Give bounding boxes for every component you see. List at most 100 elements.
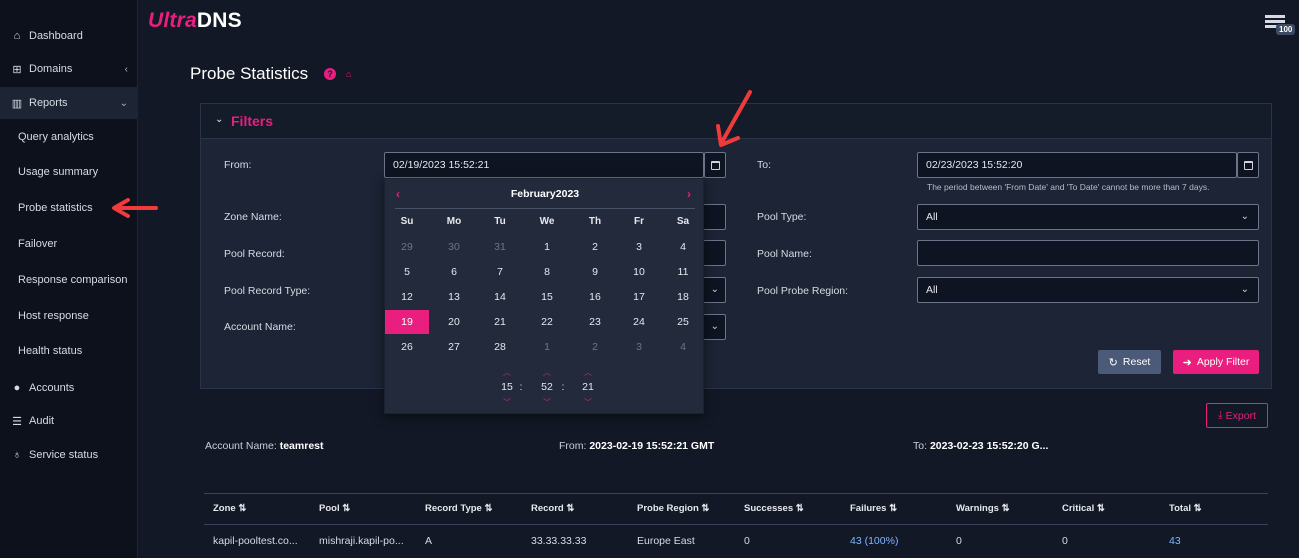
to-calendar-button[interactable] [1237,152,1259,178]
calendar-day[interactable]: 26 [387,335,427,359]
second-up-icon[interactable]: ︿ [578,367,598,378]
calendar-day[interactable]: 9 [575,260,615,284]
weekday-header: We [539,216,555,227]
ultradns-logo[interactable]: UltraDNS [148,9,242,33]
sidebar-subitem-response-comparison[interactable]: Response comparison [18,274,127,286]
table-cell-pool: mishraji.kapil-po... [319,535,404,547]
table-cell-total[interactable]: 43 [1169,535,1181,547]
calendar-day[interactable]: 30 [434,235,474,259]
calendar-day[interactable]: 4 [663,235,703,259]
table-cell-failures[interactable]: 43 (100%) [850,535,898,547]
chevron-down-icon: ⌄ [119,97,128,109]
calendar-day[interactable]: 27 [434,335,474,359]
calendar-day-selected[interactable]: 19 [385,310,429,334]
to-date-input[interactable]: 02/23/2023 15:52:20 [917,152,1237,178]
column-header-zone[interactable]: Zone ⇅ [213,503,246,514]
pool-probe-region-select[interactable]: All ⌄ [917,277,1259,303]
calendar-day[interactable]: 3 [619,335,659,359]
from-calendar-button[interactable] [704,152,726,178]
sidebar-subitem-host-response[interactable]: Host response [18,310,89,322]
sidebar: ⌂ Dashboard ⊞ Domains ‹ ▥ Reports ⌄ Quer… [0,0,138,558]
minute-down-icon[interactable]: ﹀ [537,397,557,408]
column-header-record-type[interactable]: Record Type ⇅ [425,503,492,514]
calendar-day[interactable]: 12 [387,285,427,309]
sidebar-subitem-health-status[interactable]: Health status [18,345,82,357]
summary-to-value: 2023-02-23 15:52:20 G... [929,440,1049,452]
calendar-day[interactable]: 11 [663,260,703,284]
pool-name-input[interactable] [917,240,1259,266]
calendar-day[interactable]: 7 [480,260,520,284]
column-header-probe-region[interactable]: Probe Region ⇅ [637,503,709,514]
calendar-day[interactable]: 4 [663,335,703,359]
calendar-day[interactable]: 3 [619,235,659,259]
column-header-critical[interactable]: Critical ⇅ [1062,503,1105,514]
from-label: From: [224,159,252,171]
calendar-day[interactable]: 17 [619,285,659,309]
sidebar-item-dashboard[interactable]: ⌂ Dashboard [0,20,138,52]
sidebar-subitem-usage-summary[interactable]: Usage summary [18,166,98,178]
sidebar-subitem-failover[interactable]: Failover [18,238,57,250]
help-icon[interactable]: ? [324,68,336,80]
calendar-day[interactable]: 24 [619,310,659,334]
column-header-failures[interactable]: Failures ⇅ [850,503,897,514]
calendar-day[interactable]: 6 [434,260,474,284]
column-header-pool[interactable]: Pool ⇅ [319,503,350,514]
sidebar-item-domains[interactable]: ⊞ Domains ‹ [0,53,138,85]
hour-down-icon[interactable]: ﹀ [497,397,517,408]
sidebar-subitem-probe-statistics[interactable]: Probe statistics [18,202,93,214]
reset-button[interactable]: ↻ Reset [1098,350,1161,374]
pool-type-select[interactable]: All ⌄ [917,204,1259,230]
date-range-hint: The period between 'From Date' and 'To D… [927,182,1210,192]
reset-label: Reset [1122,356,1151,368]
minute-value[interactable]: 52 [537,381,557,393]
chart-icon: ▥ [11,97,23,110]
second-down-icon[interactable]: ﹀ [578,397,598,408]
sidebar-item-accounts[interactable]: ● Accounts [0,372,138,404]
sidebar-item-audit[interactable]: ☰ Audit [0,405,138,437]
calendar-day[interactable]: 28 [480,335,520,359]
calendar-day[interactable]: 14 [480,285,520,309]
table-cell-warnings: 0 [956,535,962,547]
chevron-down-icon: ⌄ [215,114,224,125]
calendar-day[interactable]: 25 [663,310,703,334]
column-header-record[interactable]: Record ⇅ [531,503,574,514]
calendar-day[interactable]: 1 [527,335,567,359]
calendar-day[interactable]: 22 [527,310,567,334]
column-header-total[interactable]: Total ⇅ [1169,503,1202,514]
weekday-header: Sa [676,216,690,227]
sidebar-item-service-status[interactable]: ♁ Service status [0,439,138,471]
calendar-day[interactable]: 13 [434,285,474,309]
sidebar-item-reports[interactable]: ▥ Reports ⌄ [0,87,138,119]
calendar-day[interactable]: 21 [480,310,520,334]
calendar-day[interactable]: 16 [575,285,615,309]
calendar-day[interactable]: 20 [434,310,474,334]
calendar-day[interactable]: 15 [527,285,567,309]
calendar-day[interactable]: 8 [527,260,567,284]
calendar-day[interactable]: 31 [480,235,520,259]
table-cell-probe-region: Europe East [637,535,695,547]
calendar-day[interactable]: 23 [575,310,615,334]
from-date-input[interactable]: 02/19/2023 15:52:21 [384,152,704,178]
weekday-header: Su [400,216,414,227]
calendar-day[interactable]: 2 [575,335,615,359]
calendar-day[interactable]: 2 [575,235,615,259]
calendar-day[interactable]: 29 [387,235,427,259]
column-header-successes[interactable]: Successes ⇅ [744,503,804,514]
apply-filter-button[interactable]: ➜ Apply Filter [1173,350,1259,374]
calendar-day[interactable]: 5 [387,260,427,284]
next-month-icon[interactable]: › [687,187,691,201]
calendar-day[interactable]: 10 [619,260,659,284]
hour-up-icon[interactable]: ︿ [497,367,517,378]
calendar-day[interactable]: 18 [663,285,703,309]
hour-value[interactable]: 15 [497,381,517,393]
sidebar-subitem-query-analytics[interactable]: Query analytics [18,131,94,143]
pool-type-label: Pool Type: [757,211,807,223]
home-icon[interactable]: ⌂ [346,69,351,79]
column-header-warnings[interactable]: Warnings ⇅ [956,503,1010,514]
export-button[interactable]: ⤓ Export [1206,403,1268,428]
minute-up-icon[interactable]: ︿ [537,367,557,378]
export-label: Export [1225,409,1256,422]
second-value[interactable]: 21 [578,381,598,393]
logo-ultra-text: Ultra [148,9,197,32]
calendar-day[interactable]: 1 [527,235,567,259]
